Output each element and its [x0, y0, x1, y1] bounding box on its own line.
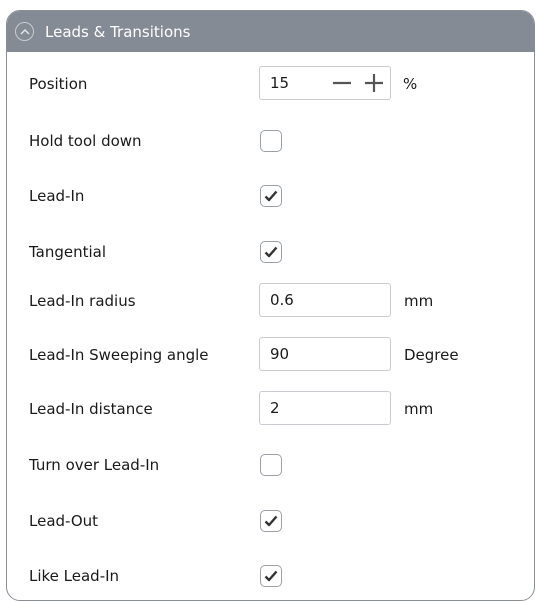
lead-out-checkbox[interactable]	[260, 510, 282, 532]
plus-icon	[365, 74, 383, 92]
tangential-label: Tangential	[29, 243, 107, 261]
lead-in-distance-unit: mm	[404, 400, 434, 418]
lead-in-radius-label: Lead-In radius	[29, 292, 136, 310]
lead-in-distance-value[interactable]: 2	[270, 399, 280, 417]
lead-in-sweeping-angle-unit: Degree	[404, 346, 459, 364]
position-label: Position	[29, 75, 88, 93]
checkmark-icon	[264, 570, 278, 582]
like-lead-in-label: Like Lead-In	[29, 567, 120, 585]
lead-in-sweeping-angle-label: Lead-In Sweeping angle	[29, 346, 209, 364]
leads-transitions-panel: Leads & Transitions Position 15 % Hold t…	[6, 10, 535, 601]
tangential-checkbox[interactable]	[260, 241, 282, 263]
lead-in-row: Lead-In	[7, 178, 534, 214]
position-row: Position 15 %	[7, 66, 534, 102]
checkmark-icon	[264, 515, 278, 527]
position-value[interactable]: 15	[270, 74, 289, 92]
lead-in-distance-row: Lead-In distance 2 mm	[7, 391, 534, 427]
checkmark-icon	[264, 246, 278, 258]
increment-button[interactable]	[364, 73, 384, 93]
turn-over-lead-in-checkbox[interactable]	[260, 454, 282, 476]
lead-in-sweeping-angle-value[interactable]: 90	[270, 345, 289, 363]
tangential-row: Tangential	[7, 234, 534, 270]
lead-in-radius-value[interactable]: 0.6	[270, 291, 294, 309]
turn-over-lead-in-row: Turn over Lead-In	[7, 447, 534, 483]
turn-over-lead-in-label: Turn over Lead-In	[29, 456, 160, 474]
position-stepper[interactable]: 15	[259, 66, 391, 100]
decrement-button[interactable]	[332, 73, 352, 93]
lead-in-sweeping-angle-input[interactable]: 90	[259, 337, 391, 371]
like-lead-in-checkbox[interactable]	[260, 565, 282, 587]
hold-tool-down-checkbox[interactable]	[260, 130, 282, 152]
collapse-button[interactable]	[15, 22, 34, 41]
lead-in-distance-label: Lead-In distance	[29, 400, 153, 418]
position-unit: %	[403, 75, 418, 93]
lead-out-row: Lead-Out	[7, 503, 534, 539]
lead-in-sweeping-angle-row: Lead-In Sweeping angle 90 Degree	[7, 337, 534, 373]
like-lead-in-row: Like Lead-In	[7, 558, 534, 594]
panel-title: Leads & Transitions	[45, 22, 191, 41]
lead-in-radius-row: Lead-In radius 0.6 mm	[7, 283, 534, 319]
lead-in-radius-input[interactable]: 0.6	[259, 283, 391, 317]
lead-in-distance-input[interactable]: 2	[259, 391, 391, 425]
lead-out-label: Lead-Out	[29, 512, 99, 530]
minus-icon	[333, 81, 351, 85]
checkmark-icon	[264, 190, 278, 202]
hold-tool-down-label: Hold tool down	[29, 132, 142, 150]
lead-in-label: Lead-In	[29, 187, 85, 205]
lead-in-radius-unit: mm	[404, 292, 434, 310]
hold-tool-down-row: Hold tool down	[7, 123, 534, 159]
panel-header[interactable]: Leads & Transitions	[7, 11, 534, 52]
lead-in-checkbox[interactable]	[260, 185, 282, 207]
chevron-up-icon	[20, 29, 29, 35]
